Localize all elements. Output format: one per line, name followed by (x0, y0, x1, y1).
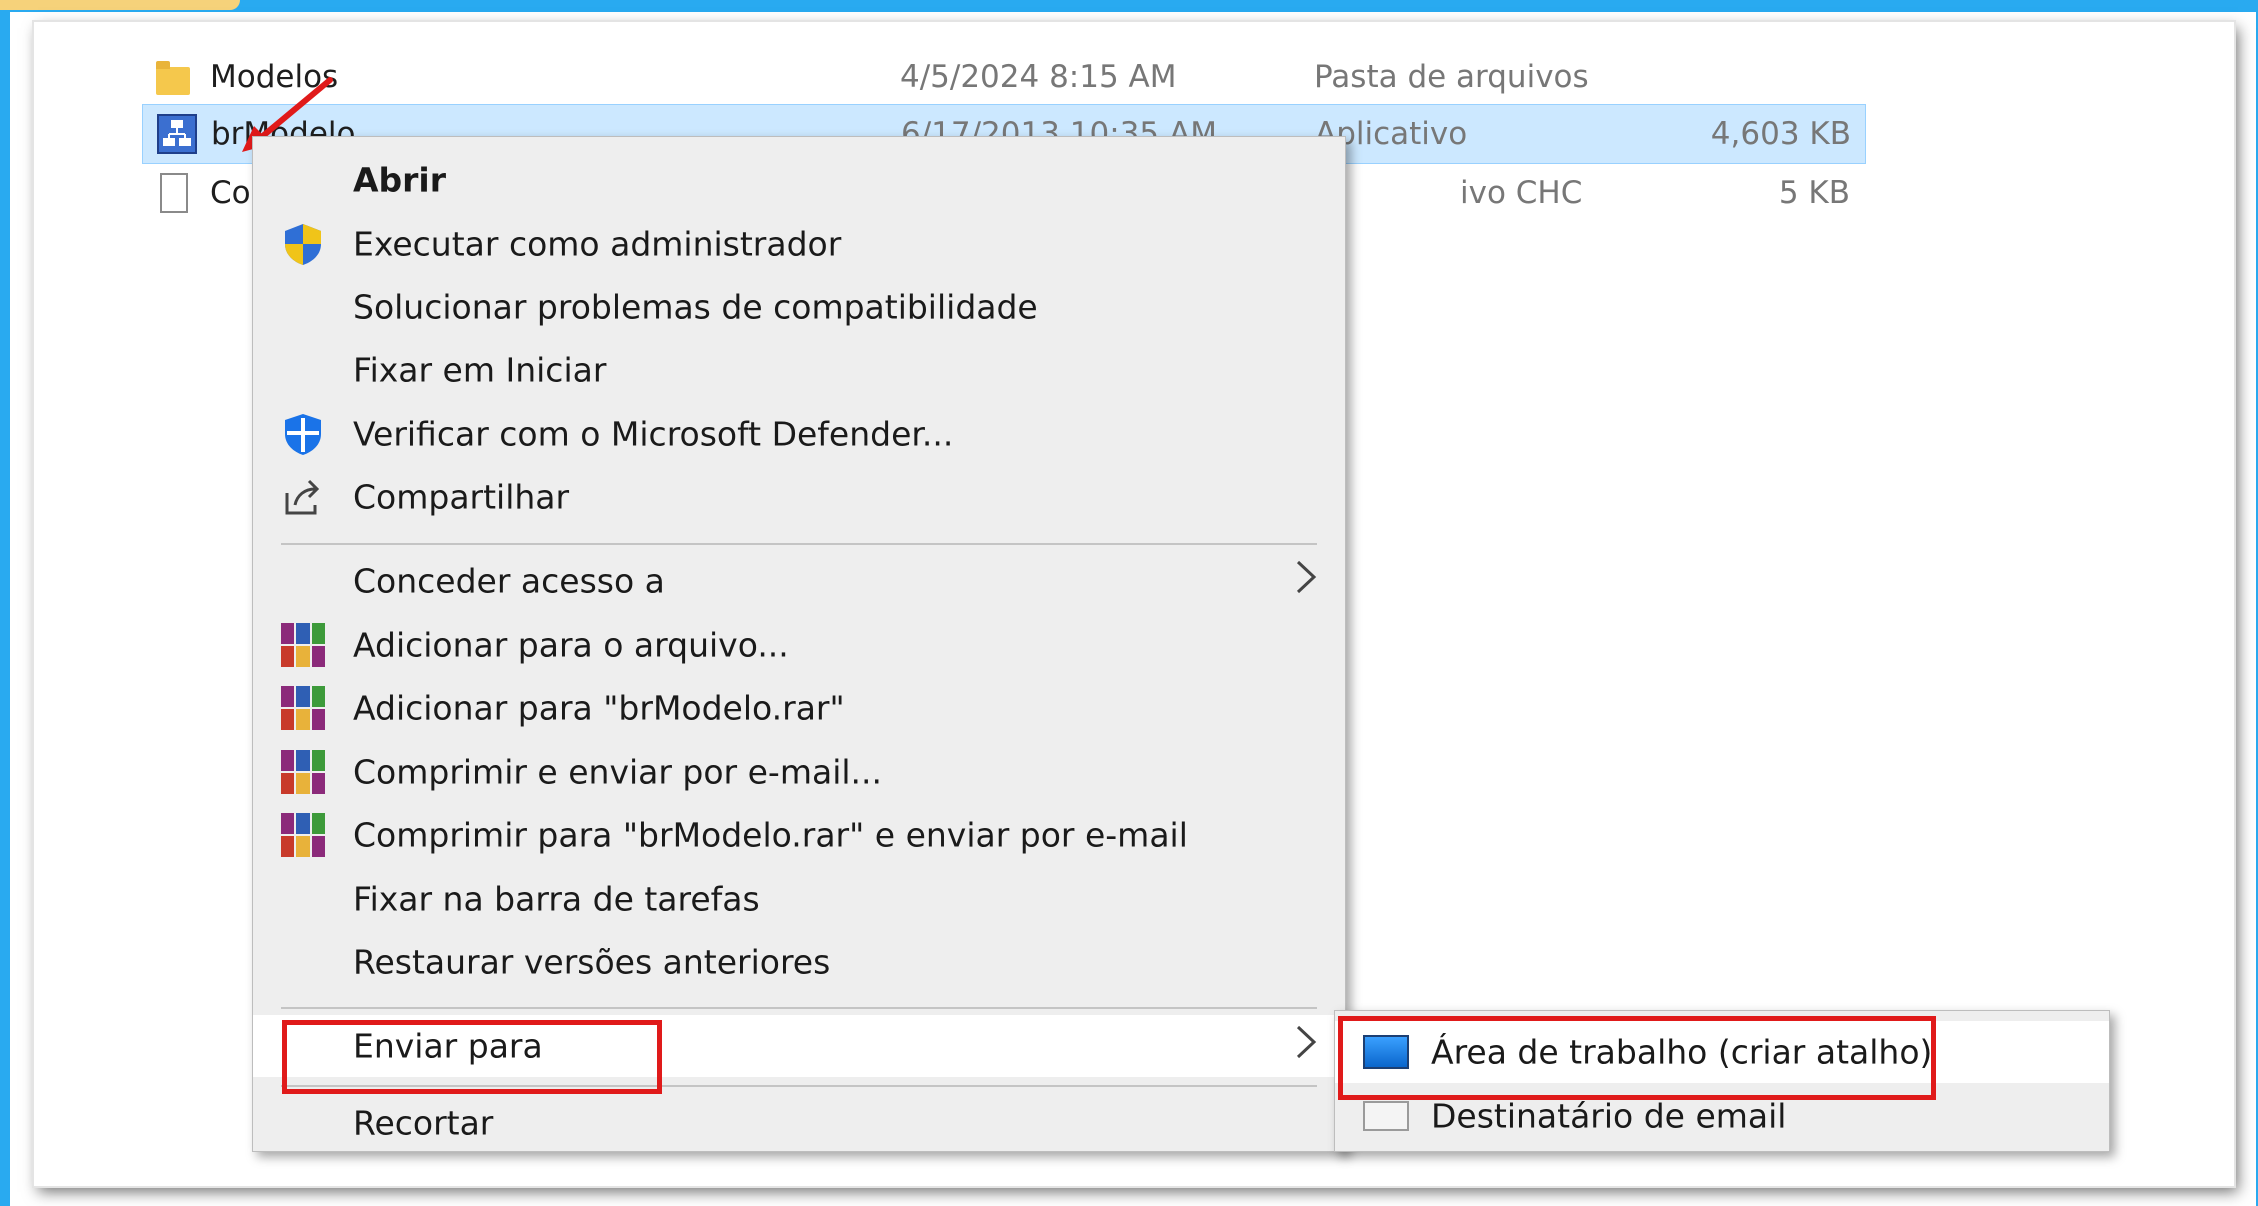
chevron-right-icon (1295, 1024, 1317, 1068)
submenu-item-area-de-trabalho[interactable]: Área de trabalho (criar atalho) (1335, 1021, 2109, 1083)
menu-item-conceder-acesso[interactable]: Conceder acesso a (253, 550, 1345, 612)
menu-item-restaurar-versoes[interactable]: Restaurar versões anteriores (253, 931, 1345, 993)
mail-recipient-icon (1363, 1101, 1409, 1131)
file-row-modelos[interactable]: Modelos 4/5/2024 8:15 AM Pasta de arquiv… (142, 48, 1864, 106)
file-size: 5 KB (1778, 175, 1850, 211)
winrar-icon (281, 750, 325, 794)
menu-item-adicionar-rar[interactable]: Adicionar para "brModelo.rar" (253, 677, 1345, 739)
winrar-icon (281, 623, 325, 667)
winrar-icon (281, 686, 325, 730)
folder-icon (156, 57, 190, 97)
corner-accent (0, 0, 240, 10)
file-type: Pasta de arquivos (1314, 59, 1589, 95)
menu-item-enviar-para[interactable]: Enviar para (253, 1015, 1345, 1077)
defender-icon (281, 412, 325, 456)
menu-item-adicionar-arquivo[interactable]: Adicionar para o arquivo... (253, 614, 1345, 676)
menu-item-comprimir-email[interactable]: Comprimir e enviar por e-mail... (253, 741, 1345, 803)
winrar-icon (281, 813, 325, 857)
chevron-right-icon (1295, 559, 1317, 603)
menu-item-abrir[interactable]: Abrir (253, 149, 1345, 211)
desktop-icon (1363, 1035, 1409, 1069)
file-date: 4/5/2024 8:15 AM (900, 59, 1177, 95)
menu-separator (281, 1085, 1317, 1087)
menu-item-executar-admin[interactable]: Executar como administrador (253, 213, 1345, 275)
brmodelo-app-icon (157, 114, 197, 154)
menu-item-microsoft-defender[interactable]: Verificar com o Microsoft Defender... (253, 403, 1345, 465)
file-icon (156, 173, 190, 213)
menu-separator (281, 1007, 1317, 1009)
share-icon (281, 475, 325, 519)
context-menu: Abrir Executar como administrador Soluci… (252, 136, 1346, 1152)
menu-item-fixar-barra-tarefas[interactable]: Fixar na barra de tarefas (253, 868, 1345, 930)
menu-item-compartilhar[interactable]: Compartilhar (253, 466, 1345, 528)
menu-item-solucionar-compat[interactable]: Solucionar problemas de compatibilidade (253, 276, 1345, 338)
uac-shield-icon (281, 222, 325, 266)
submenu-item-destinatario-email[interactable]: Destinatário de email (1335, 1085, 2109, 1147)
menu-separator (281, 543, 1317, 545)
menu-item-recortar[interactable]: Recortar (253, 1092, 1345, 1154)
send-to-submenu: Área de trabalho (criar atalho) Destinat… (1334, 1010, 2110, 1152)
menu-item-fixar-iniciar[interactable]: Fixar em Iniciar (253, 339, 1345, 401)
menu-item-comprimir-rar-email[interactable]: Comprimir para "brModelo.rar" e enviar p… (253, 804, 1345, 866)
file-size: 4,603 KB (1710, 116, 1851, 152)
file-type: ivo CHC (1460, 175, 1583, 211)
